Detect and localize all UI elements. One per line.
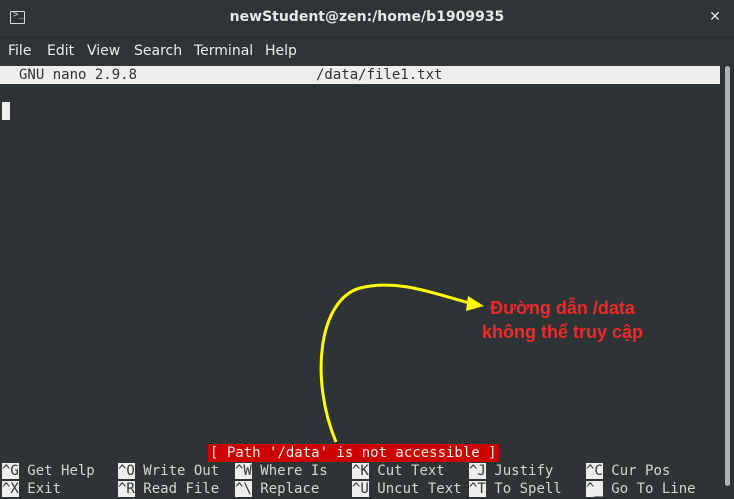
window-title: newStudent@zen:/home/b1909935 [229, 9, 505, 25]
shortcut-exit: ^X Exit [2, 480, 61, 498]
shortcut-bar: ^G Get Help ^O Write Out ^W Where Is ^K … [0, 462, 734, 499]
shortcut-label: Get Help [27, 463, 95, 479]
shortcut-label: Justify [494, 463, 554, 479]
menu-terminal[interactable]: Terminal [194, 43, 253, 59]
shortcut-cur-pos: ^C Cur Pos [586, 462, 670, 480]
shortcut-key: ^O [118, 463, 135, 479]
shortcut-label: Read File [143, 481, 220, 497]
shortcut-key: ^C [586, 463, 603, 479]
shortcut-label: Replace [260, 481, 320, 497]
shortcut-label: Uncut Text [377, 481, 462, 497]
window-titlebar: >_ newStudent@zen:/home/b1909935 ✕ [0, 0, 734, 37]
shortcut-key: ^K [352, 463, 369, 479]
annotation-line-1: Đường dẫn /data [490, 298, 635, 318]
nano-version: GNU nano 2.9.8 [19, 67, 138, 83]
shortcut-uncut-text: ^U Uncut Text [352, 480, 462, 498]
shortcut-replace: ^\ Replace [235, 480, 319, 498]
annotation-text: Đường dẫn /data không thể truy cập [482, 296, 643, 344]
shortcut-justify: ^J Justify [469, 462, 553, 480]
shortcut-key: ^X [2, 481, 19, 497]
menu-search[interactable]: Search [134, 43, 182, 59]
shortcut-to-spell: ^T To Spell [469, 480, 562, 498]
menu-view[interactable]: View [87, 43, 120, 59]
menu-bar: File Edit View Search Terminal Help [0, 37, 734, 65]
text-cursor [2, 102, 10, 120]
shortcut-where-is: ^W Where Is [235, 462, 328, 480]
shortcut-label: Where Is [260, 463, 328, 479]
menu-edit[interactable]: Edit [47, 43, 74, 59]
shortcut-cut-text: ^K Cut Text [352, 462, 445, 480]
shortcut-label: Go To Line [611, 481, 696, 497]
shortcut-key: ^\ [235, 481, 252, 497]
shortcut-key: ^R [118, 481, 135, 497]
scrollbar-thumb[interactable] [725, 66, 730, 486]
shortcut-write-out: ^O Write Out [118, 462, 219, 480]
shortcut-label: Cut Text [377, 463, 445, 479]
annotation-line-2: không thể truy cập [482, 322, 644, 342]
shortcut-key: ^W [235, 463, 252, 479]
nano-header: GNU nano 2.9.8 /data/file1.txt [0, 66, 720, 84]
shortcut-key: ^G [2, 463, 19, 479]
close-button[interactable]: ✕ [706, 8, 724, 26]
shortcut-label: To Spell [494, 481, 562, 497]
shortcut-label: Exit [27, 481, 62, 497]
shortcut-key: ^U [352, 481, 369, 497]
shortcut-label: Write Out [143, 463, 220, 479]
shortcut-key: ^T [469, 481, 486, 497]
shortcut-label: Cur Pos [611, 463, 671, 479]
shortcut-go-to-line: ^_ Go To Line [586, 480, 696, 498]
shortcut-read-file: ^R Read File [118, 480, 219, 498]
menu-file[interactable]: File [8, 43, 31, 59]
terminal-area[interactable]: GNU nano 2.9.8 /data/file1.txt [ Path '/… [0, 64, 734, 499]
shortcut-get-help: ^G Get Help [2, 462, 95, 480]
menu-help[interactable]: Help [265, 43, 297, 59]
status-message: [ Path '/data' is not accessible ] [208, 444, 499, 462]
nano-filename: /data/file1.txt [316, 67, 443, 83]
shortcut-key: ^_ [586, 481, 603, 497]
shortcut-key: ^J [469, 463, 486, 479]
